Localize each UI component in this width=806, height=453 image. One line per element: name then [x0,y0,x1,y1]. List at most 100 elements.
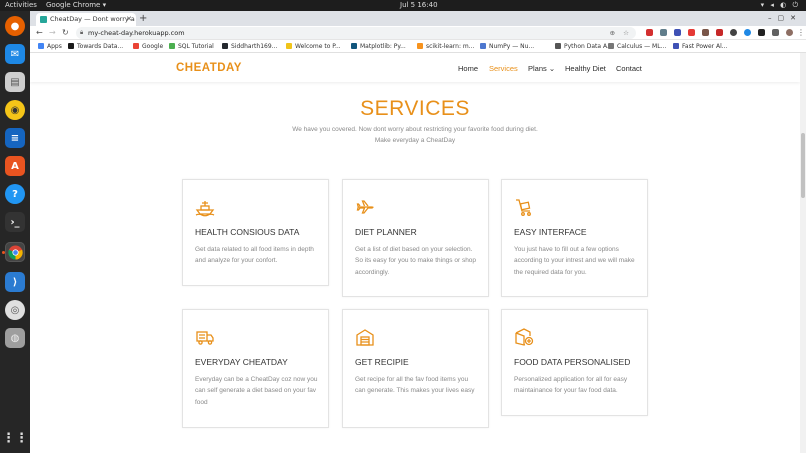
bookmark-item[interactable]: Matplotlib: Py... [351,40,406,53]
extension-icon[interactable] [688,29,695,36]
bookmark-item[interactable]: Apps [38,40,62,53]
firefox-icon[interactable]: ● [5,16,25,36]
bookmark-favicon-icon [68,43,74,49]
vscode-icon[interactable]: ⟩ [5,272,25,292]
service-card-diet-planner[interactable]: DIET PLANNER Get a list of diet based on… [342,179,489,297]
service-description: Personalized application for all for eas… [514,376,628,395]
bookmark-favicon-icon [351,43,357,49]
bookmark-label: Apps [47,43,62,50]
address-bar[interactable]: 🔒︎ my-cheat-day.herokuapp.com ⊕ ☆ [76,27,636,39]
service-title: HEALTH CONSIOUS DATA [195,227,300,237]
web-page: CHEATDAY Home Services Plans ⌄ Healthy D… [30,53,800,453]
bookmark-item[interactable]: Siddharth169... [222,40,277,53]
bookmark-favicon-icon [133,43,139,49]
browser-toolbar: ← → ↻ 🔒︎ my-cheat-day.herokuapp.com ⊕ ☆ … [30,26,806,40]
chrome-menu-icon[interactable]: ⋮ [797,26,805,40]
tab-favicon-icon [40,16,47,23]
cart-icon [514,197,534,217]
drive-icon[interactable]: ◍ [5,328,25,348]
bookmark-label: Towards Data... [77,43,124,50]
bookmark-favicon-icon [480,43,486,49]
reload-icon[interactable]: ↻ [62,26,69,40]
bookmark-item[interactable]: SQL Tutorial [169,40,214,53]
forward-icon[interactable]: → [49,26,56,40]
new-tab-button[interactable]: + [139,12,147,25]
extension-icon[interactable] [674,29,681,36]
service-description: Get recipe for all the fav food items yo… [355,376,475,395]
profile-avatar[interactable] [786,29,793,36]
service-card-food-data-personalised[interactable]: FOOD DATA PERSONALISED Personalized appl… [501,309,648,416]
warehouse-icon [355,327,375,347]
tab-title: CheatDay — Dont worry a [50,15,135,23]
bookmark-label: SQL Tutorial [178,43,214,50]
service-card-easy-interface[interactable]: EASY INTERFACE You just have to fill out… [501,179,648,297]
bookmark-item[interactable]: Calculus — ML... [608,40,666,53]
writer-icon[interactable]: ≡ [5,128,25,148]
nav-services[interactable]: Services [489,53,518,85]
service-title: EASY INTERFACE [514,227,587,237]
bookmark-item[interactable]: scikit-learn: m... [417,40,474,53]
extension-icon[interactable] [758,29,765,36]
truck-icon [195,327,215,347]
extension-icon[interactable] [660,29,667,36]
box-add-icon [514,327,534,347]
bookmark-item[interactable]: Google [133,40,163,53]
app-menu[interactable]: Google Chrome ▾ [46,0,106,11]
extension-icon[interactable] [730,29,737,36]
extensions-puzzle-icon[interactable] [772,29,779,36]
bookmark-favicon-icon [608,43,614,49]
system-tray-icons[interactable]: ▾ ◂ ◐ ⏻ [761,0,800,11]
bookmark-favicon-icon [286,43,292,49]
nav-home[interactable]: Home [458,53,478,85]
bookmark-item[interactable]: Welcome to P... [286,40,341,53]
software-center-icon[interactable]: A [5,156,25,176]
bookmark-item[interactable]: NumPy — Nu... [480,40,534,53]
back-icon[interactable]: ← [36,26,43,40]
section-title: SERVICES [360,97,470,120]
service-title: DIET PLANNER [355,227,417,237]
bookmark-item[interactable]: Towards Data... [68,40,123,53]
terminal-icon[interactable]: ›_ [5,212,25,232]
window-controls[interactable]: –▢✕ [768,11,802,26]
site-logo[interactable]: CHEATDAY [176,62,242,74]
service-title: FOOD DATA PERSONALISED [514,357,631,367]
chrome-icon[interactable] [5,242,25,262]
browser-tab[interactable]: CheatDay — Dont worry a ✕ [36,13,136,26]
extension-icon[interactable] [646,29,653,36]
bookmark-label: Siddharth169... [231,43,278,50]
bookmark-label: scikit-learn: m... [426,43,475,50]
lock-icon[interactable]: 🔒︎ [80,27,83,39]
extension-icon[interactable] [702,29,709,36]
rhythmbox-icon[interactable]: ◉ [5,100,25,120]
dock: ● ✉ ▤ ◉ ≡ A ? ›_ ⟩ ◎ ◍ ⋮⋮ [0,11,30,453]
service-description: Get a list of diet based on your selecti… [355,246,477,276]
service-card-everyday-cheatday[interactable]: EVERYDAY CHEATDAY Everyday can be a Chea… [182,309,329,428]
scrollbar-thumb[interactable] [801,133,805,198]
bookmark-label: NumPy — Nu... [489,43,535,50]
clock[interactable]: Jul 5 16:40 [400,0,438,11]
bookmark-item[interactable]: Fast Power Al... [673,40,728,53]
show-apps-icon[interactable]: ⋮⋮ [2,428,28,448]
nav-plans[interactable]: Plans ⌄ [528,53,555,85]
service-card-get-recipe[interactable]: GET RECIPIE Get recipe for all the fav f… [342,309,489,428]
disc-icon[interactable]: ◎ [5,300,25,320]
bookmarks-bar: Apps Towards Data... Google SQL Tutorial Sid… [30,40,806,53]
extension-icon[interactable] [744,29,751,36]
section-subtitle-tagline: Make everyday a CheatDay [374,137,456,144]
files-icon[interactable]: ▤ [5,72,25,92]
extension-icon[interactable] [716,29,723,36]
help-icon[interactable]: ? [5,184,25,204]
thunderbird-icon[interactable]: ✉ [5,44,25,64]
ship-icon [195,197,215,217]
site-header: CHEATDAY Home Services Plans ⌄ Healthy D… [30,53,800,82]
service-description: Everyday can be a CheatDay coz now you c… [195,376,318,406]
service-card-health-data[interactable]: HEALTH CONSIOUS DATA Get data related to… [182,179,329,286]
nav-contact[interactable]: Contact [616,53,642,85]
bookmark-star-icon[interactable]: ⊕ ☆ [610,27,632,39]
activities-button[interactable]: Activities [5,0,37,11]
bookmark-item[interactable]: Python Data A... [555,40,613,53]
page-scrollbar[interactable] [800,53,806,453]
close-tab-icon[interactable]: ✕ [126,13,132,26]
bookmark-label: Python Data A... [564,43,613,50]
nav-healthy-diet[interactable]: Healthy Diet [565,53,606,85]
